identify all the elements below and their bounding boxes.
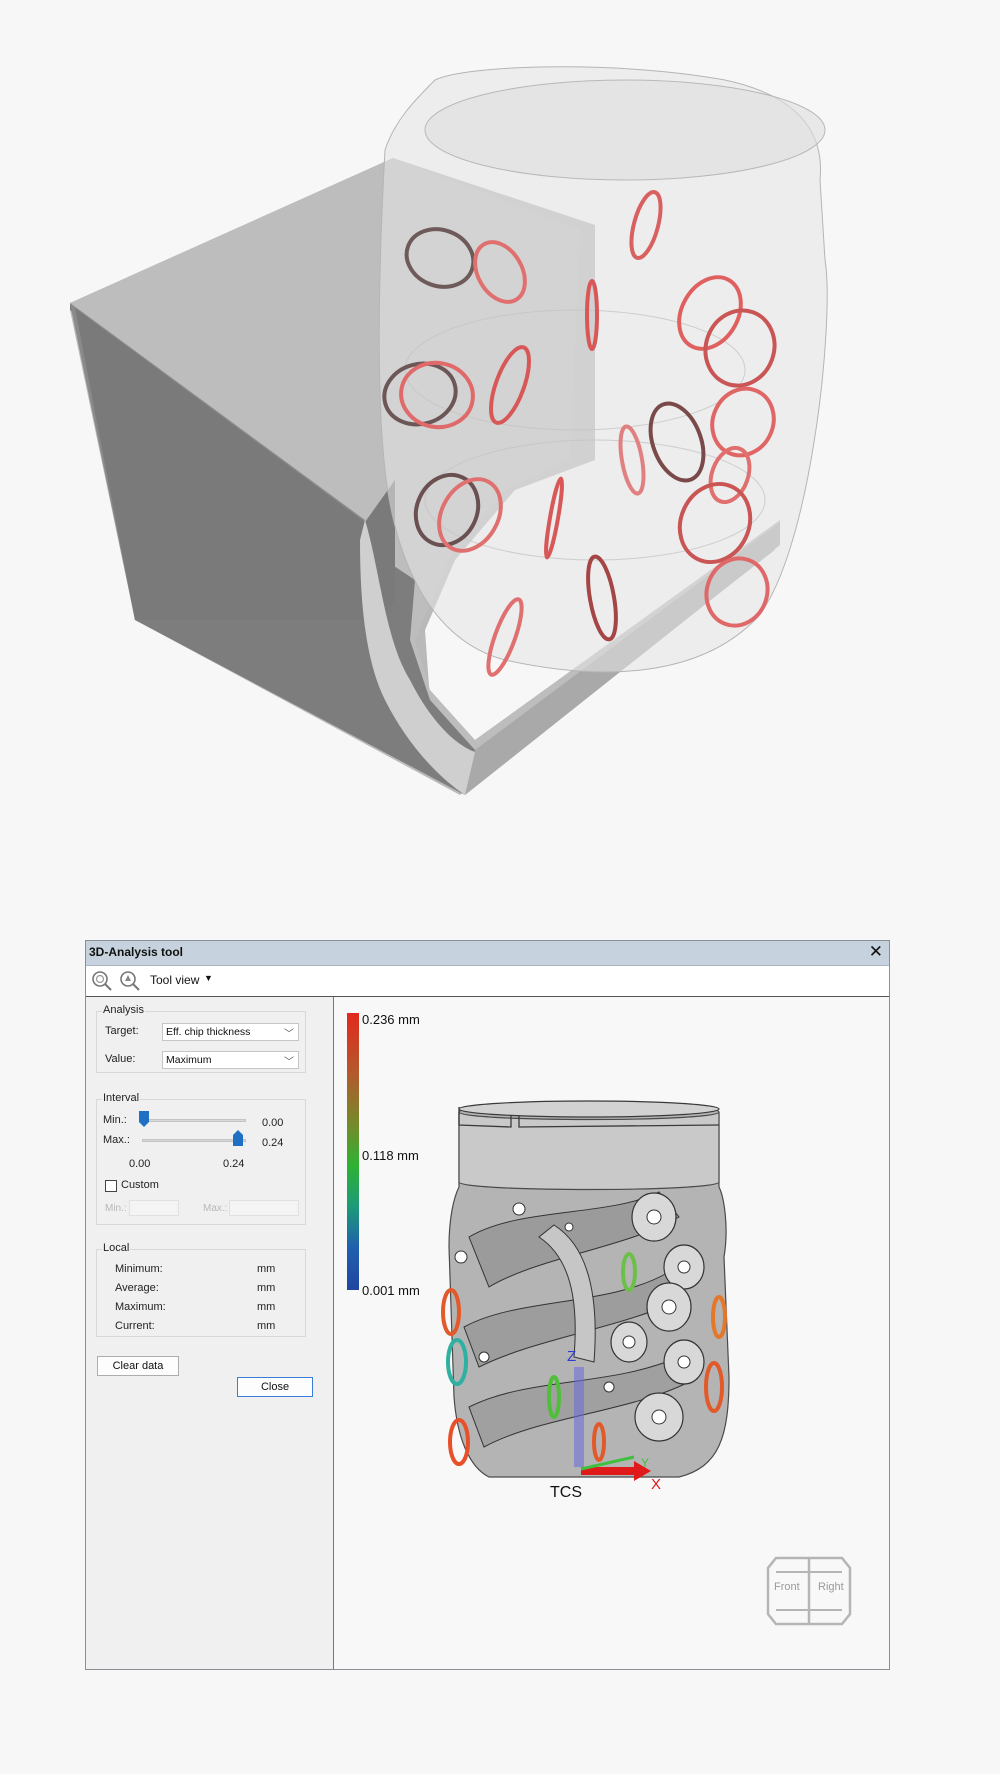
local-row-unit: mm bbox=[257, 1320, 276, 1332]
range-end: 0.24 bbox=[223, 1158, 245, 1170]
max-slider-thumb[interactable] bbox=[233, 1130, 243, 1146]
custom-max-input[interactable] bbox=[229, 1200, 299, 1216]
legend-mid: 0.118 mm bbox=[362, 1148, 419, 1163]
toolbar: Tool view ▼ bbox=[86, 966, 889, 997]
axis-x-label: X bbox=[651, 1476, 661, 1493]
milling-tool-model: Z X Y bbox=[441, 1100, 730, 1493]
local-row-unit: mm bbox=[257, 1282, 276, 1294]
custom-min-label: Min.: bbox=[105, 1203, 127, 1214]
zoom-icon[interactable] bbox=[118, 969, 142, 993]
axis-y-label: Y bbox=[641, 1456, 649, 1470]
target-select[interactable]: Eff. chip thickness ﹀ bbox=[162, 1023, 299, 1041]
tool-view-dropdown[interactable]: Tool view bbox=[150, 973, 199, 987]
local-row-label: Average: bbox=[115, 1282, 159, 1294]
analysis-dialog: 3D-Analysis tool ✕ Tool view ▼ Analysis … bbox=[85, 940, 890, 1670]
chevron-down-icon: ﹀ bbox=[284, 1057, 294, 1068]
value-select-value: Maximum bbox=[166, 1054, 212, 1066]
dialog-titlebar: 3D-Analysis tool ✕ bbox=[86, 941, 889, 966]
tcs-label: TCS bbox=[550, 1484, 582, 1501]
chevron-down-icon: ﹀ bbox=[284, 1029, 294, 1040]
local-row-unit: mm bbox=[257, 1263, 276, 1275]
caret-down-icon[interactable]: ▼ bbox=[204, 973, 213, 983]
axis-z-label: Z bbox=[567, 1348, 576, 1365]
custom-min-input[interactable] bbox=[129, 1200, 179, 1216]
view-cube-front-label: Front bbox=[774, 1581, 800, 1593]
analysis-group-label: Analysis bbox=[102, 1004, 145, 1016]
dialog-title: 3D-Analysis tool bbox=[89, 945, 184, 959]
local-group-label: Local bbox=[102, 1242, 131, 1254]
3d-viewport[interactable]: 0.236 mm 0.118 mm 0.001 mm Z X Y TCS Fro… bbox=[334, 997, 889, 1669]
max-value: 0.24 bbox=[262, 1137, 284, 1149]
target-select-value: Eff. chip thickness bbox=[166, 1026, 251, 1038]
value-label: Value: bbox=[105, 1053, 136, 1065]
interval-group: Interval Min.: 0.00 Max.: 0.24 0.00 0.24… bbox=[96, 1092, 306, 1225]
range-start: 0.00 bbox=[129, 1158, 151, 1170]
legend-min: 0.001 mm bbox=[362, 1283, 420, 1298]
custom-checkbox[interactable] bbox=[105, 1180, 117, 1192]
local-row-label: Maximum: bbox=[115, 1301, 166, 1313]
zoom-fit-icon[interactable] bbox=[90, 969, 114, 993]
value-select[interactable]: Maximum ﹀ bbox=[162, 1051, 299, 1069]
min-slider-track[interactable] bbox=[142, 1119, 246, 1122]
settings-panel: Analysis Target: Eff. chip thickness ﹀ V… bbox=[86, 997, 334, 1669]
legend-max: 0.236 mm bbox=[362, 1012, 420, 1027]
target-label: Target: bbox=[105, 1025, 139, 1037]
local-row-label: Minimum: bbox=[115, 1263, 163, 1275]
min-value: 0.00 bbox=[262, 1117, 284, 1129]
custom-label: Custom bbox=[121, 1179, 159, 1191]
close-icon[interactable]: ✕ bbox=[869, 942, 883, 962]
analysis-group: Analysis Target: Eff. chip thickness ﹀ V… bbox=[96, 1004, 306, 1073]
local-row-unit: mm bbox=[257, 1301, 276, 1313]
custom-max-label: Max.: bbox=[203, 1203, 228, 1214]
color-scale-bar bbox=[347, 1013, 359, 1290]
max-label: Max.: bbox=[103, 1134, 130, 1146]
min-slider-thumb[interactable] bbox=[139, 1111, 149, 1127]
interval-group-label: Interval bbox=[102, 1092, 141, 1104]
close-button[interactable]: Close bbox=[237, 1377, 313, 1397]
tool-top-ellipse bbox=[424, 79, 826, 181]
min-label: Min.: bbox=[103, 1114, 127, 1126]
view-cube-right-label: Right bbox=[818, 1581, 844, 1593]
max-slider-track[interactable] bbox=[142, 1139, 246, 1142]
cad-render-stock-and-tool bbox=[70, 66, 828, 795]
local-group: Local Minimum: mm Average: mm Maximum: m… bbox=[96, 1242, 306, 1337]
local-row-label: Current: bbox=[115, 1320, 155, 1332]
clear-data-button[interactable]: Clear data bbox=[97, 1356, 179, 1376]
